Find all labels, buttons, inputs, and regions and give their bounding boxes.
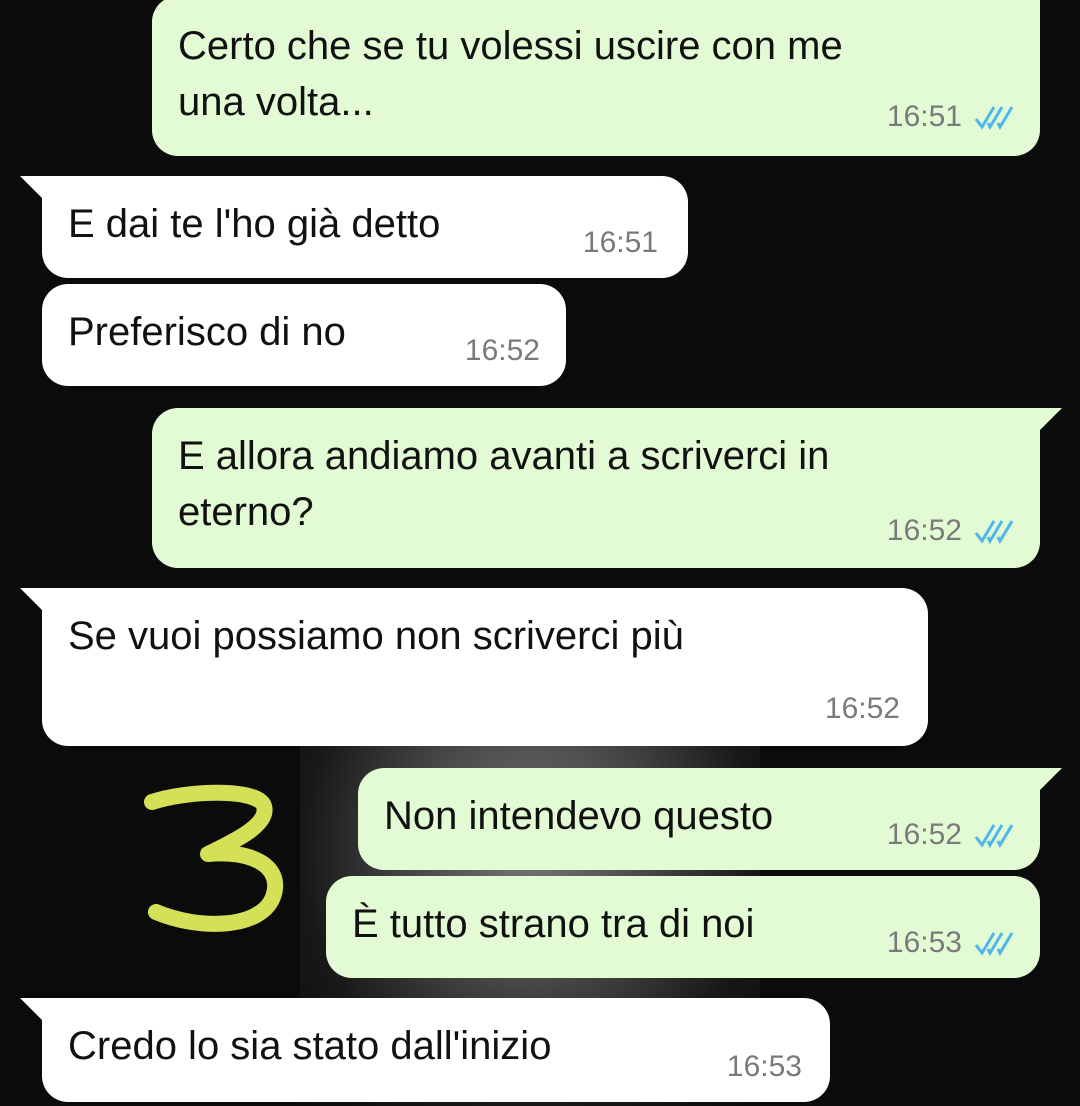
message-text: E allora andiamo avanti a scriverci in e… bbox=[178, 434, 830, 534]
message-text: Non intendevo questo bbox=[384, 794, 774, 838]
message-bubble-outgoing[interactable]: È tutto strano tra di noi 16:53 bbox=[326, 876, 1040, 978]
bubble-tail bbox=[1040, 408, 1062, 430]
bubble-tail bbox=[20, 998, 42, 1020]
double-check-icon bbox=[974, 932, 1014, 956]
message-time: 16:52 bbox=[886, 818, 962, 851]
double-check-icon bbox=[974, 106, 1014, 130]
message-text: È tutto strano tra di noi bbox=[352, 902, 755, 946]
message-meta: 16:52 bbox=[825, 692, 900, 726]
message-text: E dai te l'ho già detto bbox=[68, 202, 441, 246]
message-meta: 16:52 bbox=[887, 818, 1016, 852]
message-text: Se vuoi possiamo non scriverci più bbox=[68, 614, 684, 658]
message-bubble-incoming[interactable]: E dai te l'ho già detto 16:51 bbox=[20, 176, 688, 278]
message-text: Certo che se tu volessi uscire con me un… bbox=[178, 24, 843, 124]
message-time: 16:51 bbox=[582, 226, 658, 259]
message-bubble-outgoing[interactable]: E allora andiamo avanti a scriverci in e… bbox=[152, 408, 1062, 568]
message-meta: 16:51 bbox=[583, 226, 658, 260]
message-meta: 16:52 bbox=[887, 514, 1016, 548]
message-bubble-incoming[interactable]: Se vuoi possiamo non scriverci più 16:52 bbox=[20, 588, 928, 746]
message-bubble-outgoing[interactable]: Non intendevo questo 16:52 bbox=[358, 768, 1062, 870]
message-meta: 16:52 bbox=[465, 334, 540, 368]
double-check-icon bbox=[974, 520, 1014, 544]
message-time: 16:53 bbox=[726, 1050, 802, 1083]
message-meta: 16:53 bbox=[727, 1050, 802, 1084]
message-meta: 16:51 bbox=[887, 100, 1016, 134]
bubble-tail bbox=[20, 176, 42, 198]
message-text: Preferisco di no bbox=[68, 310, 346, 354]
double-check-icon bbox=[974, 824, 1014, 848]
message-bubble-incoming[interactable]: Credo lo sia stato dall'inizio 16:53 bbox=[20, 998, 830, 1102]
bubble-tail bbox=[1040, 768, 1062, 790]
message-time: 16:52 bbox=[886, 514, 962, 547]
message-bubble-incoming[interactable]: Preferisco di no 16:52 bbox=[42, 284, 566, 386]
message-time: 16:51 bbox=[886, 100, 962, 133]
message-time: 16:53 bbox=[886, 926, 962, 959]
message-time: 16:52 bbox=[824, 692, 900, 725]
message-text: Credo lo sia stato dall'inizio bbox=[68, 1024, 552, 1068]
annotation-number-3 bbox=[144, 784, 284, 932]
message-bubble-outgoing[interactable]: Certo che se tu volessi uscire con me un… bbox=[152, 0, 1040, 156]
message-meta: 16:53 bbox=[887, 926, 1016, 960]
message-time: 16:52 bbox=[464, 334, 540, 367]
bubble-tail bbox=[20, 588, 42, 610]
